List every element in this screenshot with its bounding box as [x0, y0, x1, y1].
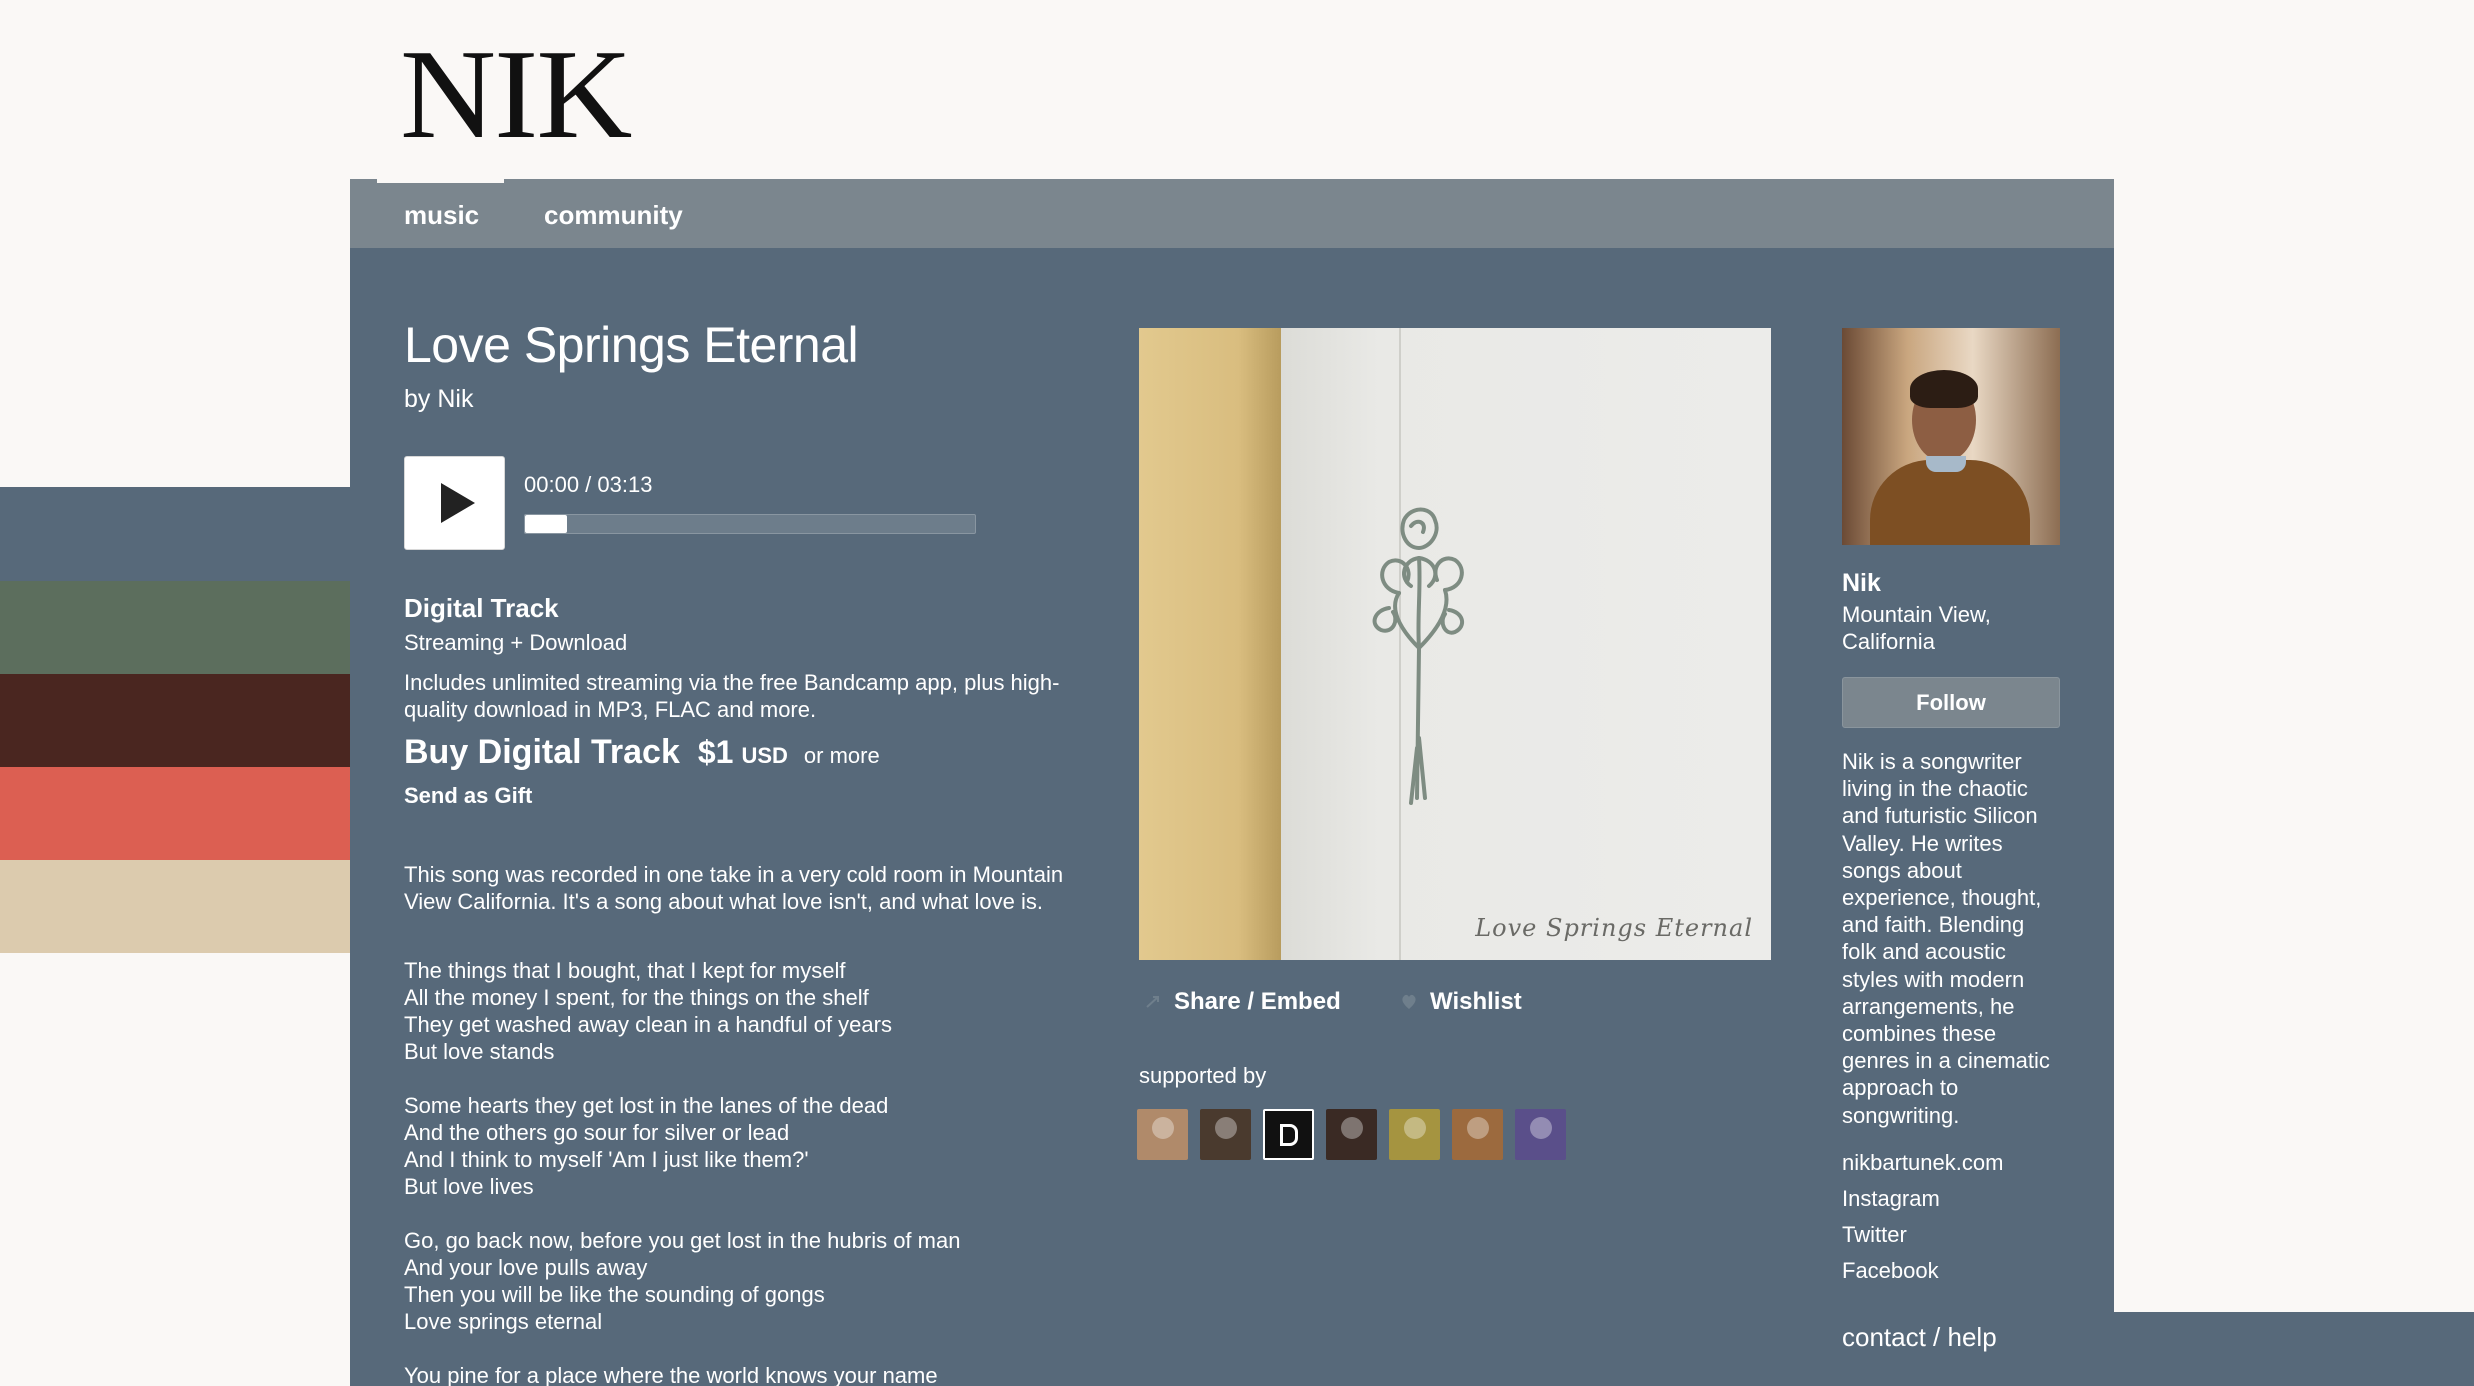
lyrics-line: Go, go back now, before you get lost in …	[404, 1228, 961, 1253]
send-as-gift-link[interactable]: Send as Gift	[404, 783, 532, 809]
artist-photo-collar	[1926, 456, 1966, 472]
artist-links: nikbartunek.com Instagram Twitter Facebo…	[1842, 1150, 2003, 1294]
wishlist-button[interactable]: Wishlist	[1400, 988, 1522, 1016]
lyrics-stanza: You pine for a place where the world kno…	[404, 1362, 1104, 1386]
supporter-avatar-icon[interactable]	[1326, 1109, 1377, 1160]
lyrics-stanza: Some hearts they get lost in the lanes o…	[404, 1092, 1104, 1200]
share-icon	[1146, 996, 1159, 1008]
progress-handle[interactable]	[525, 515, 567, 533]
track-about: This song was recorded in one take in a …	[404, 862, 1064, 914]
track-byline[interactable]: by Nik	[404, 385, 473, 414]
format-subtitle: Streaming + Download	[404, 630, 628, 655]
nav-music[interactable]: music	[404, 200, 479, 231]
artist-photo-hair	[1910, 370, 1978, 408]
supporter-avatar-icon[interactable]	[1515, 1109, 1566, 1160]
play-icon	[440, 483, 475, 523]
supporter-avatar-icon[interactable]	[1200, 1109, 1251, 1160]
link-website[interactable]: nikbartunek.com	[1842, 1150, 2003, 1186]
lyrics-stanza: The things that I bought, that I kept fo…	[404, 957, 1104, 1065]
link-instagram[interactable]: Instagram	[1842, 1186, 2003, 1222]
lyrics-stanza: Go, go back now, before you get lost in …	[404, 1227, 1104, 1335]
color-swatch	[0, 860, 350, 953]
lyrics: The things that I bought, that I kept fo…	[404, 957, 1104, 1386]
artist-logo[interactable]: NIK	[400, 30, 632, 158]
contact-help-link[interactable]: contact / help	[1842, 1322, 1997, 1353]
album-signature: Love Springs Eternal	[1475, 914, 1753, 942]
lyrics-line: And your love pulls away	[404, 1255, 648, 1280]
color-swatch	[0, 674, 350, 767]
supported-by-label: supported by	[1139, 1063, 1267, 1088]
color-swatch	[0, 487, 350, 581]
lyrics-line: The things that I bought, that I kept fo…	[404, 958, 846, 983]
lyrics-line: You pine for a place where the world kno…	[404, 1363, 938, 1386]
album-art-page	[1281, 328, 1771, 960]
color-swatch	[0, 767, 350, 860]
artist-photo[interactable]	[1842, 328, 2060, 545]
share-label: Share / Embed	[1174, 988, 1341, 1015]
lyrics-line: All the money I spent, for the things on…	[404, 985, 869, 1010]
artist-location: Mountain View, California	[1842, 602, 1991, 654]
album-art[interactable]: Love Springs Eternal	[1139, 328, 1771, 960]
buy-digital-track-link[interactable]: Buy Digital Track	[404, 733, 680, 772]
lyrics-line: But love stands	[404, 1039, 555, 1064]
link-twitter[interactable]: Twitter	[1842, 1222, 2003, 1258]
price: $1	[697, 734, 734, 770]
flower-bouquet-icon	[1372, 507, 1465, 805]
nav-active-indicator	[377, 179, 504, 183]
track-title: Love Springs Eternal	[404, 317, 859, 373]
lyrics-line: Then you will be like the sounding of go…	[404, 1282, 825, 1307]
heart-icon	[1402, 994, 1416, 1009]
lyrics-line: But love lives	[404, 1174, 534, 1199]
format-description: Includes unlimited streaming via the fre…	[404, 670, 1060, 722]
buy-row: Buy Digital Track $1 USD or more	[404, 733, 880, 772]
supporters-list	[1137, 1109, 1566, 1160]
supporter-avatar-icon[interactable]	[1389, 1109, 1440, 1160]
or-more-label: or more	[803, 743, 880, 768]
artist-photo-body	[1870, 460, 2030, 545]
nav-community[interactable]: community	[544, 200, 683, 231]
link-facebook[interactable]: Facebook	[1842, 1258, 2003, 1294]
lyrics-line: And the others go sour for silver or lea…	[404, 1120, 790, 1145]
lyrics-line: They get washed away clean in a handful …	[404, 1012, 892, 1037]
background-band	[2114, 1312, 2474, 1386]
wishlist-label: Wishlist	[1430, 988, 1522, 1015]
supporter-avatar-icon[interactable]	[1137, 1109, 1188, 1160]
play-button[interactable]	[404, 456, 505, 550]
currency: USD	[741, 743, 788, 768]
artist-name[interactable]: Nik	[1842, 569, 1881, 598]
lyrics-line: Some hearts they get lost in the lanes o…	[404, 1093, 889, 1118]
color-swatch	[0, 581, 350, 674]
lyrics-line: And I think to myself 'Am I just like th…	[404, 1147, 809, 1172]
follow-button[interactable]: Follow	[1842, 677, 2060, 728]
supporter-avatar-r-icon[interactable]	[1263, 1109, 1314, 1160]
album-art-spine	[1139, 328, 1281, 960]
format-title: Digital Track	[404, 593, 559, 623]
artist-bio: Nik is a songwriter living in the chaoti…	[1842, 749, 2050, 1128]
supporter-avatar-icon[interactable]	[1452, 1109, 1503, 1160]
share-embed-button[interactable]: Share / Embed	[1144, 988, 1341, 1016]
lyrics-line: Love springs eternal	[404, 1309, 603, 1334]
track-time: 00:00 / 03:13	[524, 472, 653, 497]
progress-bar[interactable]	[524, 514, 976, 534]
